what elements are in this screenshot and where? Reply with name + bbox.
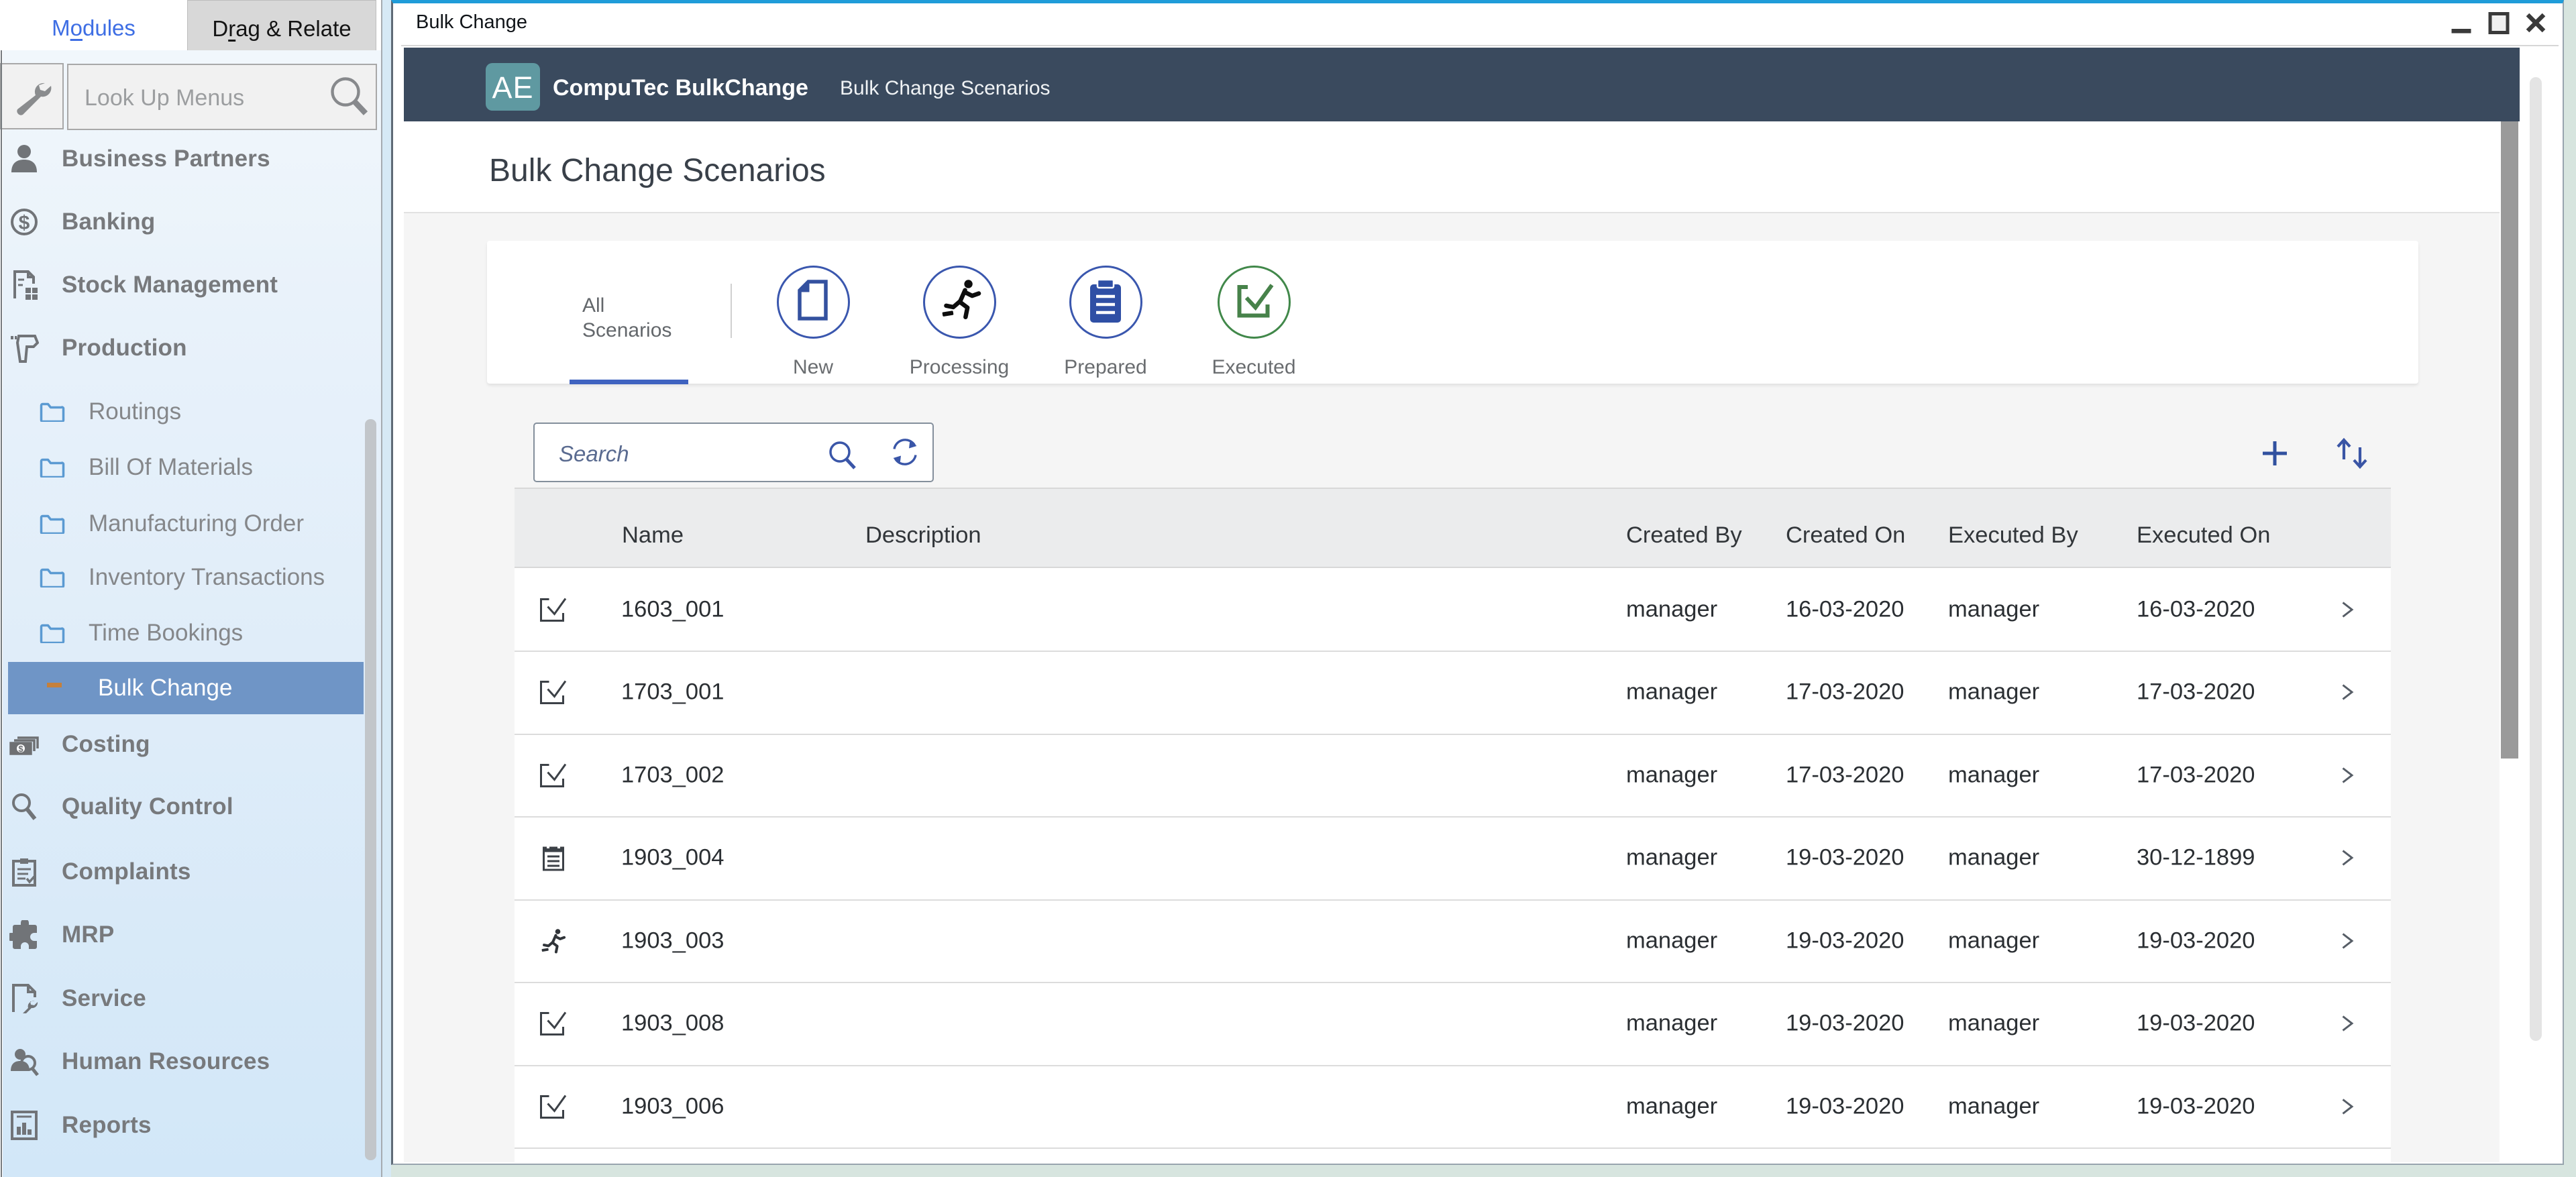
svg-text:$: $: [19, 212, 30, 234]
svg-text:$: $: [18, 744, 23, 754]
